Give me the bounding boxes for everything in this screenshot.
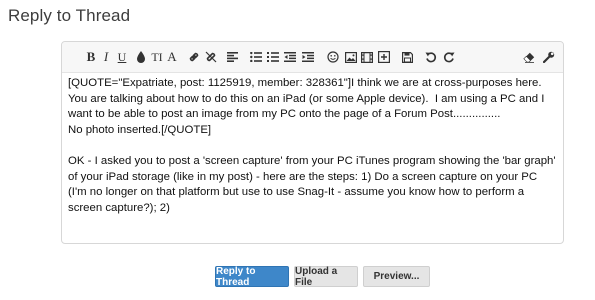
unlink-button[interactable] <box>205 48 217 66</box>
save-draft-icon <box>401 51 413 63</box>
message-textarea[interactable]: [QUOTE="Expatriate, post: 1125919, membe… <box>68 76 557 239</box>
redo-button[interactable] <box>443 48 455 66</box>
remove-format-icon <box>523 52 535 63</box>
align-icon <box>226 52 238 62</box>
bullet-list-icon <box>250 52 262 62</box>
numbered-list-icon <box>267 52 279 62</box>
smilie-button[interactable] <box>327 48 339 66</box>
smilie-icon <box>327 51 339 63</box>
quote-paragraph: [QUOTE="Expatriate, post: 1125919, membe… <box>68 77 545 136</box>
image-icon <box>344 51 357 63</box>
reply-paragraph: OK - I asked you to post a 'screen captu… <box>68 154 556 214</box>
remove-format-button[interactable] <box>523 48 535 66</box>
media-icon <box>360 51 373 63</box>
font-size-button[interactable]: TI <box>150 48 164 66</box>
redo-icon <box>443 52 455 63</box>
save-draft-button[interactable] <box>401 48 413 66</box>
font-family-button[interactable]: A <box>166 48 178 66</box>
editor-toolbar: B I U TI A <box>62 42 563 73</box>
outdent-icon <box>284 52 296 62</box>
text-color-button[interactable] <box>135 48 147 66</box>
indent-button[interactable] <box>302 48 314 66</box>
page-title: Reply to Thread <box>8 6 131 25</box>
italic-button[interactable]: I <box>100 48 112 66</box>
image-button[interactable] <box>344 48 357 66</box>
bullet-list-button[interactable] <box>250 48 262 66</box>
link-icon <box>189 52 199 62</box>
unlink-icon <box>205 51 217 63</box>
underline-button[interactable]: U <box>116 48 128 66</box>
text-color-icon <box>137 51 145 63</box>
wrench-icon <box>543 51 555 63</box>
bold-button[interactable]: B <box>85 48 97 66</box>
upload-file-button[interactable]: Upload a File <box>294 266 358 288</box>
insert-button[interactable] <box>377 48 390 66</box>
numbered-list-button[interactable] <box>267 48 279 66</box>
preview-button[interactable]: Preview... <box>363 266 430 287</box>
align-button[interactable] <box>226 48 238 66</box>
toggle-bbcode-button[interactable] <box>543 48 555 66</box>
outdent-button[interactable] <box>284 48 296 66</box>
reply-editor: B I U TI A [QUOTE="Expatriate, post: 112… <box>61 41 564 244</box>
media-button[interactable] <box>360 48 373 66</box>
undo-button[interactable] <box>425 48 437 66</box>
undo-icon <box>425 52 437 63</box>
insert-icon <box>377 51 390 63</box>
indent-icon <box>302 52 314 62</box>
reply-to-thread-button[interactable]: Reply to Thread <box>215 266 289 288</box>
link-button[interactable] <box>188 48 200 66</box>
